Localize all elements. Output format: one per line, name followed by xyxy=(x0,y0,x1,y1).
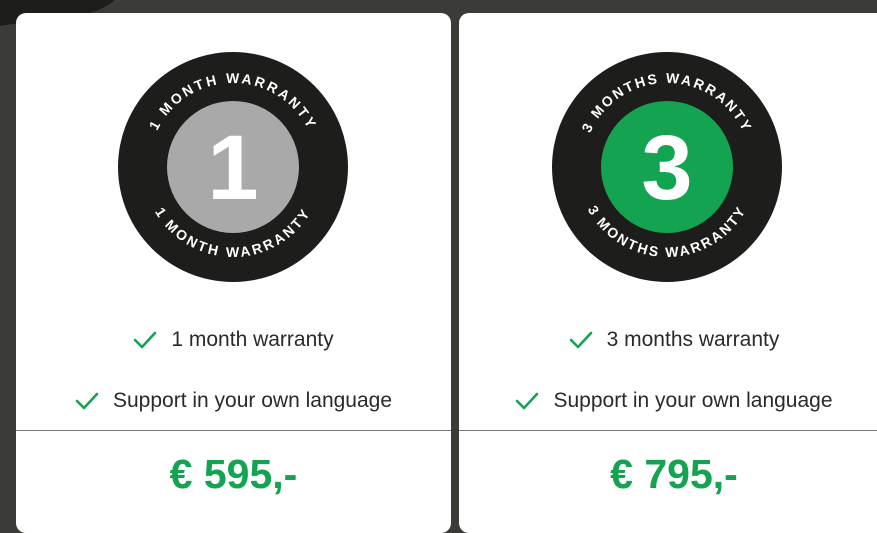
warranty-seal-icon: 3 MONTHS WARRANTY 3 MONTHS WARRANTY 3 xyxy=(552,52,782,282)
plan-price: € 795,- xyxy=(610,451,738,497)
check-icon xyxy=(516,392,539,410)
warranty-badge-3-months: 3 MONTHS WARRANTY 3 MONTHS WARRANTY 3 xyxy=(552,52,782,282)
badge-number: 3 xyxy=(641,117,692,219)
plan-card-3-months: 3 MONTHS WARRANTY 3 MONTHS WARRANTY 3 3 … xyxy=(459,13,877,533)
card-divider xyxy=(16,430,451,431)
check-icon xyxy=(569,331,592,349)
feature-label: Support in your own language xyxy=(112,389,393,412)
warranty-badge-1-month: 1 MONTH WARRANTY 1 MONTH WARRANTY 1 xyxy=(118,52,348,282)
badge-number: 1 xyxy=(207,117,258,219)
warranty-seal-icon: 1 MONTH WARRANTY 1 MONTH WARRANTY 1 xyxy=(118,52,348,282)
plan-card-1-month: 1 MONTH WARRANTY 1 MONTH WARRANTY 1 1 mo… xyxy=(16,13,451,533)
check-icon xyxy=(134,331,157,349)
feature-label: Support in your own language xyxy=(553,389,833,412)
feature-item: 1 month warranty xyxy=(16,328,451,352)
card-divider xyxy=(459,430,877,431)
feature-item: Support in your own language xyxy=(16,389,451,413)
plan-price: € 595,- xyxy=(169,451,298,497)
feature-item: Support in your own language xyxy=(459,389,877,413)
feature-label: 1 month warranty xyxy=(171,328,334,351)
check-icon xyxy=(75,392,99,410)
feature-label: 3 months warranty xyxy=(606,328,780,351)
feature-item: 3 months warranty xyxy=(459,328,877,352)
